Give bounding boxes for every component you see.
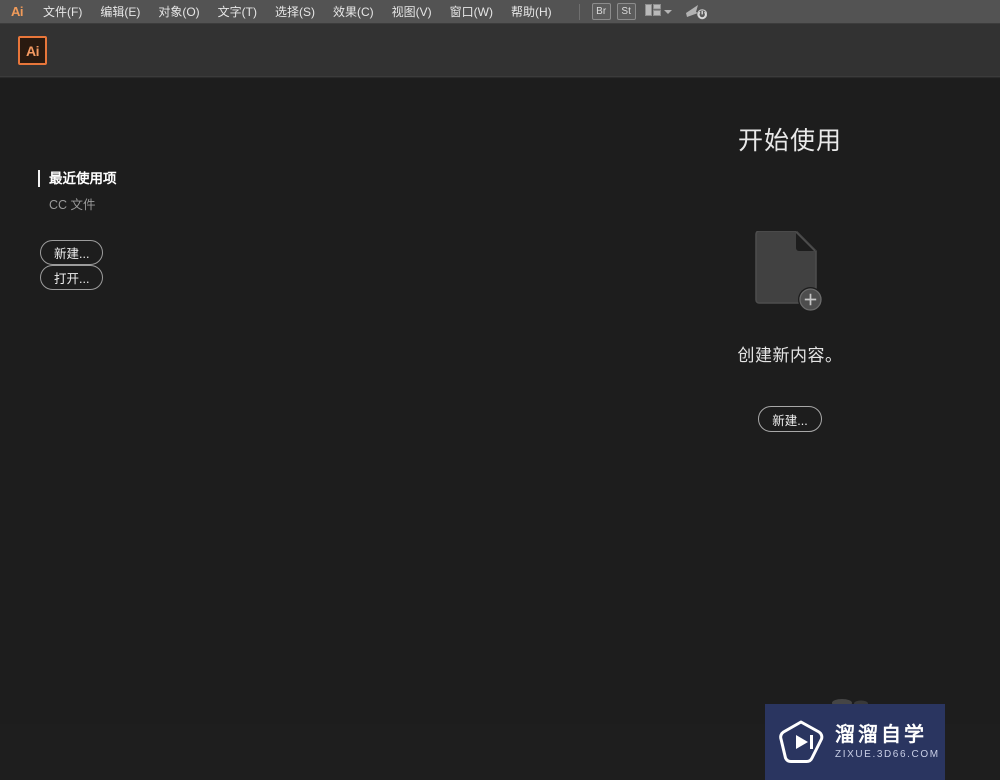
- watermark-text: 溜溜自学 ZIXUE.3D66.COM: [835, 724, 940, 760]
- start-rail-buttons: 新建... 打开...: [40, 240, 104, 290]
- workspace-grid-icon: [644, 3, 661, 21]
- search-power-button[interactable]: [681, 4, 711, 20]
- workspace-switcher[interactable]: [642, 3, 675, 21]
- open-document-button[interactable]: 打开...: [40, 265, 104, 290]
- illustrator-logo-label: Ai: [11, 4, 24, 19]
- menu-view[interactable]: 视图(V): [383, 0, 441, 24]
- menu-bar: Ai 文件(F) 编辑(E) 对象(O) 文字(T) 选择(S) 效果(C) 视…: [0, 0, 1000, 24]
- menu-bar-right-controls: Br St: [578, 3, 711, 21]
- new-document-button[interactable]: 新建...: [40, 240, 104, 265]
- illustrator-document-icon-label: Ai: [26, 42, 40, 59]
- get-started-title: 开始使用: [737, 127, 842, 155]
- watermark-overlay: 溜溜自学 ZIXUE.3D66.COM: [765, 704, 945, 780]
- menu-edit[interactable]: 编辑(E): [91, 0, 149, 24]
- start-left-rail: 最近使用项 CC 文件 新建... 打开...: [0, 79, 300, 724]
- menu-help[interactable]: 帮助(H): [502, 0, 561, 24]
- start-rail-nav: 最近使用项 CC 文件: [38, 169, 117, 219]
- rail-item-recent[interactable]: 最近使用项: [38, 169, 117, 189]
- menu-object[interactable]: 对象(O): [149, 0, 208, 24]
- menu-file[interactable]: 文件(F): [34, 0, 91, 24]
- obscured-element: [828, 691, 874, 707]
- create-new-button[interactable]: 新建...: [758, 406, 822, 432]
- plus-badge-icon: [798, 287, 823, 312]
- menu-select[interactable]: 选择(S): [266, 0, 324, 24]
- illustrator-start-screen: Ai 文件(F) 编辑(E) 对象(O) 文字(T) 选择(S) 效果(C) 视…: [0, 0, 1000, 780]
- rail-item-cc-files[interactable]: CC 文件: [40, 195, 117, 215]
- get-started-panel: 开始使用 创建新内容。 新建...: [590, 79, 990, 432]
- chevron-down-icon: [663, 9, 672, 14]
- menu-items: 文件(F) 编辑(E) 对象(O) 文字(T) 选择(S) 效果(C) 视图(V…: [34, 0, 561, 24]
- start-workspace: 最近使用项 CC 文件 新建... 打开... 开始使用 创建新内容。 新建..…: [0, 79, 1000, 780]
- stock-launch-button[interactable]: St: [616, 3, 636, 20]
- menu-bar-divider: [578, 3, 580, 20]
- watermark-url: ZIXUE.3D66.COM: [835, 749, 940, 760]
- illustrator-document-icon[interactable]: Ai: [18, 36, 47, 65]
- search-power-icon: [685, 4, 707, 19]
- application-bar: Ai: [0, 24, 1000, 78]
- get-started-caption: 创建新内容。: [737, 346, 843, 365]
- menu-effect[interactable]: 效果(C): [324, 0, 383, 24]
- play-button-logo-icon: [779, 720, 824, 764]
- menu-window[interactable]: 窗口(W): [441, 0, 502, 24]
- new-document-illustration: [754, 230, 826, 315]
- watermark-brand: 溜溜自学: [835, 724, 927, 746]
- get-started-cta-wrap: 新建...: [590, 406, 990, 432]
- illustrator-logo-icon: Ai: [6, 1, 28, 23]
- new-document-icon: [755, 230, 823, 312]
- bridge-launch-button[interactable]: Br: [591, 3, 611, 20]
- menu-type[interactable]: 文字(T): [209, 0, 266, 24]
